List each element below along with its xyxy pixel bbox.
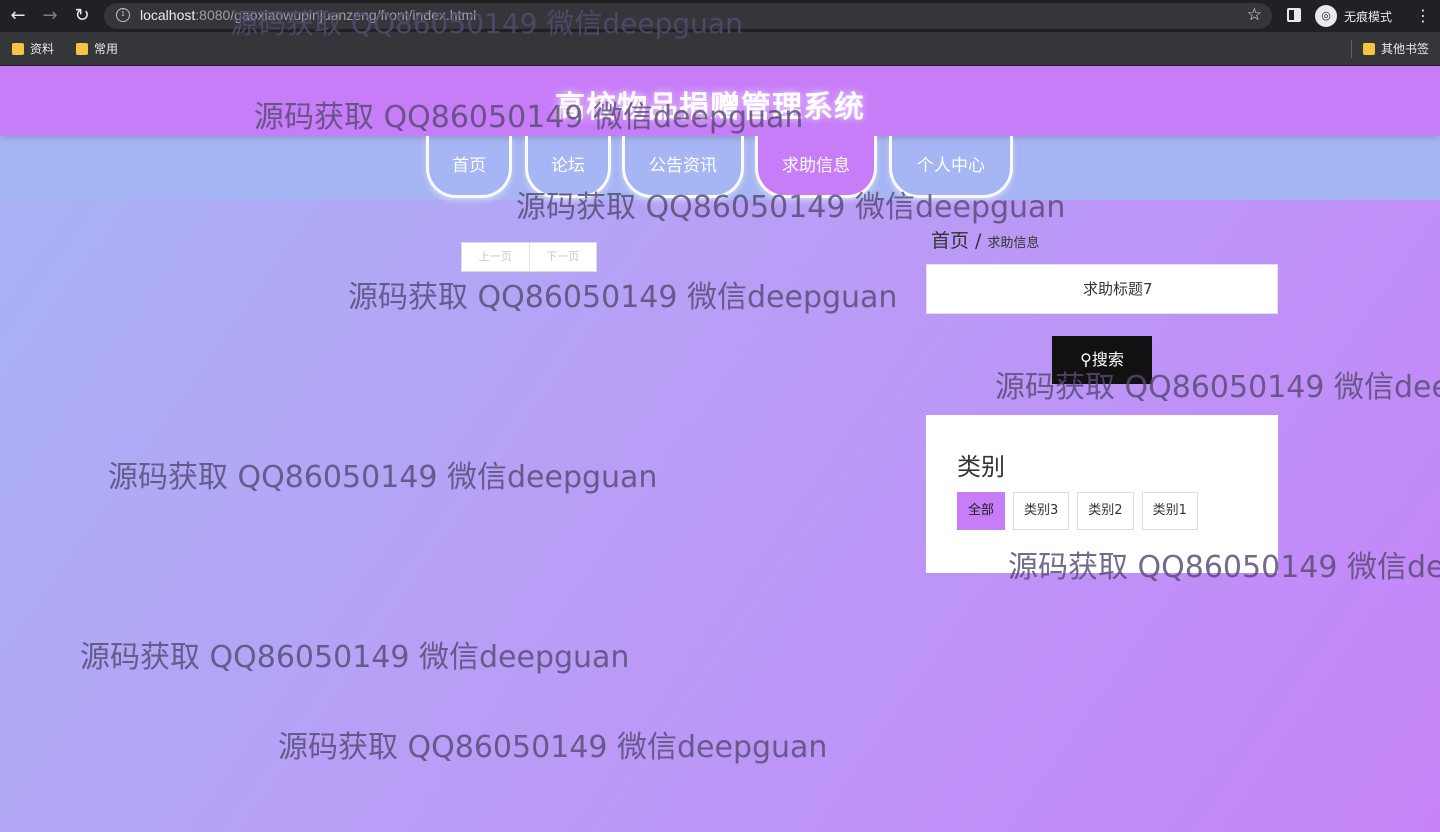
bookmark-star-icon[interactable]: ☆	[1247, 5, 1262, 25]
bookmarks-divider	[1351, 40, 1352, 58]
nav-personal-center[interactable]: 个人中心	[889, 136, 1013, 198]
watermark: 源码获取 QQ86050149 微信deepguan	[108, 460, 658, 495]
address-bar[interactable]: i localhost:8080/gaoxiaowupinjuanzeng/fr…	[104, 3, 1272, 29]
bookmarks-bar: 资料 常用 其他书签	[0, 32, 1440, 66]
other-bookmarks[interactable]: 其他书签	[1363, 40, 1429, 57]
folder-icon	[76, 42, 88, 55]
category-tag[interactable]: 类别2	[1077, 492, 1134, 530]
nav-home[interactable]: 首页	[426, 136, 512, 198]
pagination: 上一页 下一页	[461, 242, 597, 272]
search-input[interactable]: 求助标题7	[926, 264, 1278, 314]
breadcrumb: 首页 / 求助信息	[931, 226, 1039, 253]
category-tag[interactable]: 类别1	[1141, 492, 1198, 530]
category-tag[interactable]: 类别3	[1013, 492, 1070, 530]
site-title: 高校物品捐赠管理系统	[555, 90, 865, 125]
side-panel-icon[interactable]	[1287, 8, 1301, 22]
bookmark-folder[interactable]: 资料	[12, 40, 54, 57]
nav-help-info[interactable]: 求助信息	[755, 136, 877, 198]
watermark: 源码获取 QQ86050149 微信deepguan	[278, 730, 828, 765]
breadcrumb-current: 求助信息	[987, 236, 1040, 251]
search-button[interactable]: ⚲搜索	[1052, 336, 1152, 384]
browser-menu-icon[interactable]: ⋮	[1415, 6, 1431, 26]
browser-toolbar: ← → ↻ i localhost:8080/gaoxiaowupinjuanz…	[0, 0, 1440, 32]
category-tags: 全部 类别3 类别2 类别1	[957, 492, 1198, 530]
page: 高校物品捐赠管理系统 首页 论坛 公告资讯 求助信息 个人中心 上一页 下一页 …	[0, 66, 1440, 832]
breadcrumb-separator: /	[975, 230, 982, 252]
watermark: 源码获取 QQ86050149 微信deepguan	[80, 640, 630, 675]
search-icon: ⚲	[1080, 350, 1092, 369]
site-info-icon[interactable]: i	[116, 8, 130, 22]
back-icon[interactable]: ←	[8, 6, 28, 26]
nav-announcements[interactable]: 公告资讯	[622, 136, 744, 198]
bookmark-folder[interactable]: 常用	[76, 40, 118, 57]
url-text[interactable]: localhost:8080/gaoxiaowupinjuanzeng/fron…	[140, 7, 476, 23]
forward-icon[interactable]: →	[40, 6, 60, 26]
category-panel: 类别 全部 类别3 类别2 类别1	[926, 415, 1278, 573]
watermark: 源码获取 QQ86050149 微信deepguan	[348, 280, 898, 315]
next-page-button[interactable]: 下一页	[528, 243, 597, 271]
prev-page-button[interactable]: 上一页	[462, 243, 529, 271]
nav-forum[interactable]: 论坛	[525, 136, 611, 198]
incognito-icon[interactable]: ◎	[1315, 5, 1337, 27]
category-title: 类别	[957, 453, 1005, 481]
reload-icon[interactable]: ↻	[72, 6, 92, 26]
breadcrumb-home[interactable]: 首页	[931, 230, 969, 252]
site-header: 高校物品捐赠管理系统	[0, 66, 1440, 136]
category-tag-all[interactable]: 全部	[957, 492, 1006, 530]
folder-icon	[12, 42, 24, 55]
folder-icon	[1363, 42, 1375, 55]
incognito-label[interactable]: 无痕模式	[1344, 8, 1392, 25]
